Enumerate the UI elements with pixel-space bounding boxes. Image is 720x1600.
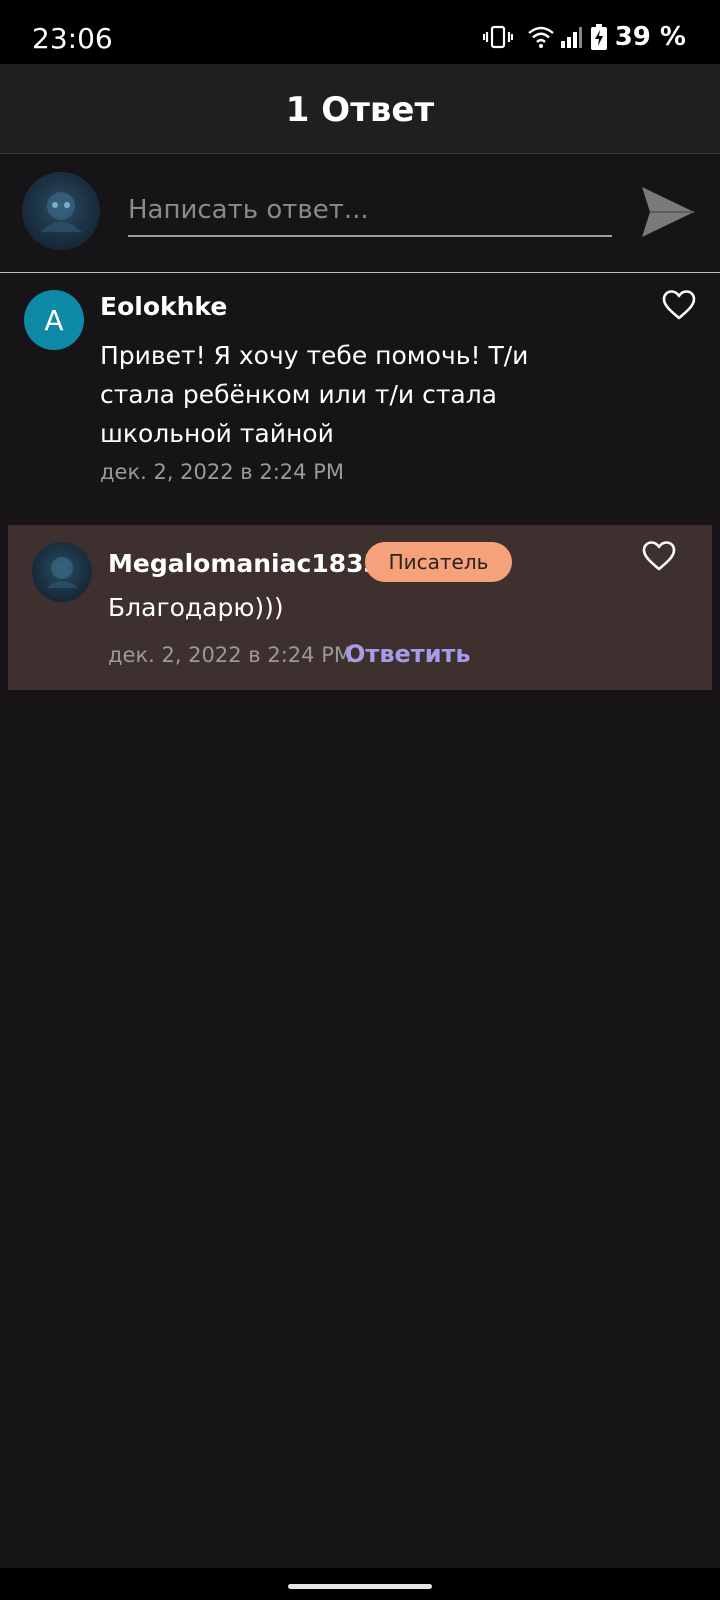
avatar[interactable]: A	[24, 290, 84, 350]
wifi-icon	[527, 25, 555, 49]
comment-date: дек. 2, 2022 в 2:24 PM	[100, 460, 344, 484]
header: 1 Ответ	[0, 64, 720, 154]
reply-date: дек. 2, 2022 в 2:24 PM	[108, 643, 352, 667]
reply: Megalomaniac1833 Писатель Благодарю))) д…	[8, 525, 712, 690]
reply-button[interactable]: Ответить	[345, 640, 471, 668]
navigation-bar	[0, 1568, 720, 1600]
battery-charging-icon	[590, 24, 607, 50]
status-time: 23:06	[32, 22, 113, 55]
comment: A Eolokhke Привет! Я хочу тебе помочь! Т…	[0, 274, 720, 514]
battery-percent: 39 %	[614, 22, 686, 52]
vibrate-icon	[482, 25, 513, 49]
heart-icon[interactable]	[642, 541, 676, 576]
avatar[interactable]	[22, 172, 100, 250]
avatar-art-icon	[40, 192, 82, 232]
home-gesture-handle[interactable]	[288, 1584, 432, 1589]
send-icon[interactable]	[640, 185, 696, 244]
status-bar: 23:06 39 %	[0, 0, 720, 64]
reply-input[interactable]: Написать ответ...	[128, 175, 612, 237]
heart-icon[interactable]	[662, 290, 696, 325]
page-title: 1 Ответ	[285, 90, 435, 130]
reply-author[interactable]: Megalomaniac1833	[108, 549, 381, 578]
comment-text: Привет! Я хочу тебе помочь! Т/и стала ре…	[100, 341, 529, 448]
status-icons: 39 %	[482, 22, 686, 52]
signal-icon	[559, 25, 583, 49]
reply-input-placeholder: Написать ответ...	[128, 195, 369, 225]
avatar[interactable]	[32, 542, 92, 602]
comment-author[interactable]: Eolokhke	[100, 292, 227, 321]
reply-text: Благодарю)))	[108, 593, 284, 622]
status-badge: Писатель	[365, 542, 512, 582]
avatar-art-icon	[46, 557, 78, 588]
reply-composer: Написать ответ...	[0, 155, 720, 273]
